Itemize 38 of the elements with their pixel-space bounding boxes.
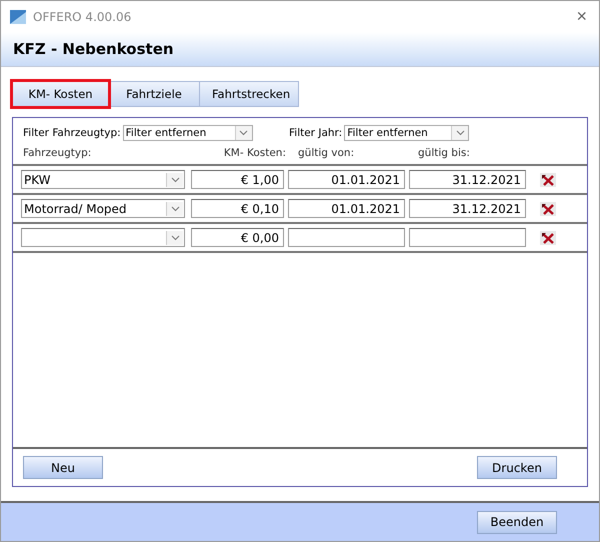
column-header: Fahrzeugtyp:	[23, 147, 92, 159]
cost-field[interactable]: € 1,00	[191, 170, 284, 189]
date-field[interactable]: 01.01.2021	[288, 199, 405, 218]
panel-button[interactable]: Drucken	[477, 456, 557, 479]
column-header: gültig bis:	[418, 147, 470, 159]
date-field[interactable]	[288, 228, 405, 247]
filter-dropdown[interactable]: Filter entfernen	[344, 125, 470, 141]
vehicle-type-dropdown[interactable]	[21, 228, 185, 247]
window-title: OFFERO 4.00.06	[33, 10, 132, 24]
vehicle-type-dropdown[interactable]: Motorrad/ Moped	[21, 199, 185, 218]
date-field[interactable]: 31.12.2021	[409, 170, 526, 189]
delete-icon[interactable]	[540, 202, 556, 216]
close-button[interactable]: ×	[572, 6, 591, 27]
cost-field[interactable]: € 0,00	[191, 228, 284, 247]
filter-dropdown[interactable]: Filter entfernen	[122, 125, 253, 141]
delete-icon[interactable]	[540, 230, 556, 244]
caret-icon	[166, 172, 183, 186]
filter-label: Filter Jahr:	[289, 127, 342, 139]
tab[interactable]: Fahrtziele	[108, 81, 200, 107]
tab[interactable]: Fahrtstrecken	[199, 81, 299, 107]
date-field[interactable]: 01.01.2021	[288, 170, 405, 189]
caret-icon	[166, 230, 183, 244]
date-field[interactable]	[409, 228, 526, 247]
date-field[interactable]: 31.12.2021	[409, 199, 526, 218]
exit-button[interactable]: Beenden	[477, 510, 557, 534]
column-header: KM- Kosten:	[222, 147, 287, 159]
caret-icon	[234, 126, 252, 140]
tab[interactable]: KM- Kosten	[12, 81, 109, 107]
column-header: gültig von:	[298, 147, 356, 159]
filter-label: Filter Fahrzeugtyp:	[23, 127, 121, 139]
cost-field[interactable]: € 0,10	[191, 199, 284, 218]
delete-icon[interactable]	[540, 172, 556, 186]
page-title: KFZ - Nebenkosten	[13, 40, 174, 58]
panel-button[interactable]: Neu	[23, 456, 103, 479]
caret-icon	[166, 202, 183, 216]
caret-icon	[451, 126, 468, 140]
app-icon	[9, 8, 27, 26]
vehicle-type-dropdown[interactable]: PKW	[21, 170, 185, 189]
